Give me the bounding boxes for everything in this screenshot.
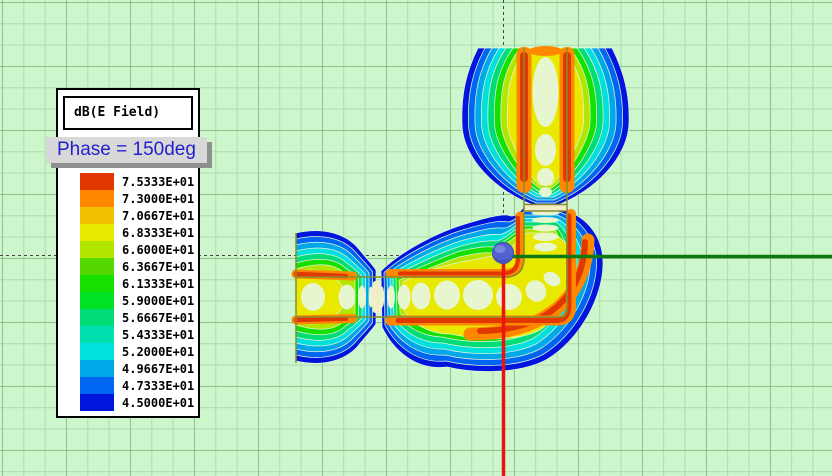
legend-color-swatch <box>80 394 114 411</box>
contour-band <box>496 284 522 310</box>
legend-value-label: 5.9000E+01 <box>114 294 194 308</box>
contour-band <box>537 168 554 186</box>
legend-entry: 6.8333E+01 <box>80 224 194 241</box>
legend-color-swatch <box>80 309 114 326</box>
legend-value-label: 6.3667E+01 <box>114 260 194 274</box>
legend-color-swatch <box>80 207 114 224</box>
legend-color-swatch <box>80 190 114 207</box>
legend-value-label: 5.2000E+01 <box>114 345 194 359</box>
contour-band <box>373 281 382 313</box>
origin-marker-highlight <box>495 245 506 253</box>
legend-entry: 7.0667E+01 <box>80 207 194 224</box>
legend-color-swatch <box>80 173 114 190</box>
legend-entry: 5.6667E+01 <box>80 309 194 326</box>
legend-value-label: 7.0667E+01 <box>114 209 194 223</box>
contour-band <box>301 283 325 311</box>
contour-band <box>533 225 559 232</box>
legend-entry: 4.9667E+01 <box>80 360 194 377</box>
contour-band <box>412 283 431 310</box>
legend-value-label: 6.8333E+01 <box>114 226 194 240</box>
contour-band <box>534 243 557 252</box>
contour-band <box>387 286 395 309</box>
contour-band <box>434 281 460 310</box>
legend-color-scale: 7.5333E+01 7.3000E+01 7.0667E+01 6.8333E+01… <box>80 173 194 411</box>
legend-value-label: 5.4333E+01 <box>114 328 194 342</box>
legend-color-swatch <box>80 343 114 360</box>
contour-band <box>463 280 493 310</box>
legend-entry: 4.7333E+01 <box>80 377 194 394</box>
legend-title: dB(E Field) <box>63 96 193 130</box>
legend-color-swatch <box>80 224 114 241</box>
legend-color-swatch <box>80 241 114 258</box>
legend-color-swatch <box>80 326 114 343</box>
legend-value-label: 4.7333E+01 <box>114 379 194 393</box>
legend-entry: 6.3667E+01 <box>80 258 194 275</box>
legend-entry: 7.5333E+01 <box>80 173 194 190</box>
contour-band <box>296 274 346 276</box>
phase-label: Phase = 150deg <box>46 137 207 163</box>
legend-color-swatch <box>80 292 114 309</box>
legend-entry: 7.3000E+01 <box>80 190 194 207</box>
contour-band <box>529 46 563 56</box>
legend-color-swatch <box>80 275 114 292</box>
legend-color-swatch <box>80 258 114 275</box>
legend-entry: 6.6000E+01 <box>80 241 194 258</box>
contour-band <box>532 217 559 223</box>
contour-band <box>339 285 356 310</box>
contour-band <box>398 285 411 310</box>
legend-value-label: 5.6667E+01 <box>114 311 194 325</box>
legend-color-swatch <box>80 377 114 394</box>
legend-value-label: 7.3000E+01 <box>114 192 194 206</box>
legend-value-label: 6.1333E+01 <box>114 277 194 291</box>
legend-value-label: 7.5333E+01 <box>114 175 194 189</box>
origin-marker[interactable] <box>493 243 514 264</box>
legend-entry: 5.4333E+01 <box>80 326 194 343</box>
contour-band <box>358 286 366 309</box>
legend-value-label: 6.6000E+01 <box>114 243 194 257</box>
contour-band <box>296 319 346 321</box>
contour-band <box>535 134 556 166</box>
legend-value-label: 4.5000E+01 <box>114 396 194 410</box>
legend-entry: 5.9000E+01 <box>80 292 194 309</box>
legend-color-swatch <box>80 360 114 377</box>
legend-entry: 5.2000E+01 <box>80 343 194 360</box>
contour-band <box>533 57 559 127</box>
legend-entry: 6.1333E+01 <box>80 275 194 292</box>
legend-value-label: 4.9667E+01 <box>114 362 194 376</box>
viewport-canvas[interactable]: dB(E Field) 7.5333E+01 7.3000E+01 7.0667E+… <box>0 0 832 476</box>
contour-band <box>524 205 567 211</box>
contour-band <box>533 233 558 241</box>
legend-entry: 4.5000E+01 <box>80 394 194 411</box>
contour-band <box>539 187 552 197</box>
